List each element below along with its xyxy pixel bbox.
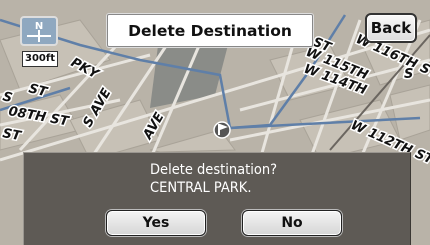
yes-button[interactable]: Yes bbox=[106, 210, 206, 236]
destination-flag-icon[interactable] bbox=[213, 121, 231, 139]
dialog-message-line1: Delete destination? bbox=[150, 162, 278, 178]
svg-text:S: S bbox=[404, 67, 413, 82]
navigation-screen: PKY ST S 08TH ST ST S AVE AVE W 114TH ST… bbox=[0, 0, 430, 245]
no-button[interactable]: No bbox=[242, 210, 342, 236]
north-up-compass-icon[interactable]: N bbox=[20, 16, 58, 46]
page-title: Delete Destination bbox=[107, 14, 313, 47]
dialog-message-line2: CENTRAL PARK. bbox=[150, 180, 252, 196]
back-button[interactable]: Back bbox=[365, 13, 417, 43]
map-scale-indicator: 300ft bbox=[22, 51, 58, 67]
